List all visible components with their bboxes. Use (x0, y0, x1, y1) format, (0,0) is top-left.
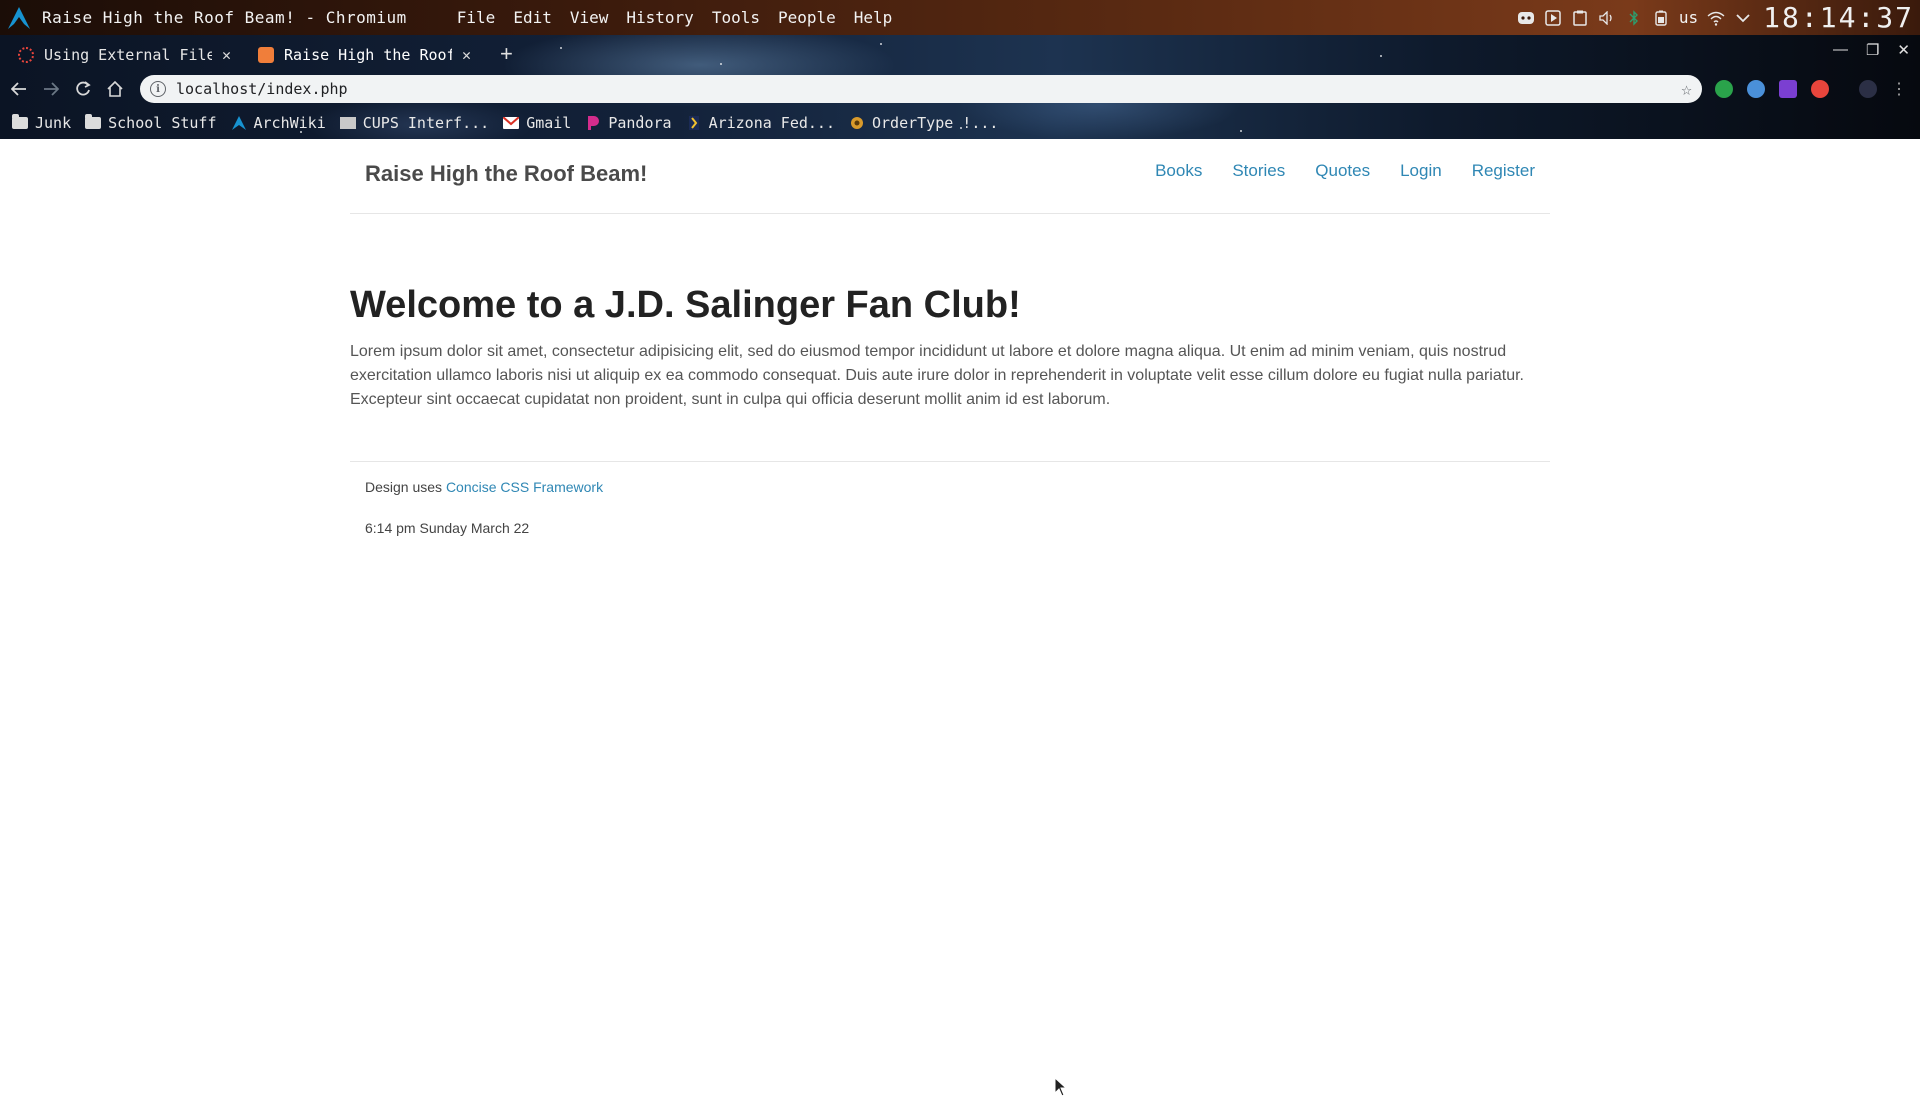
cups-icon (339, 117, 356, 129)
reload-icon[interactable] (70, 76, 96, 102)
site-title[interactable]: Raise High the Roof Beam! (365, 161, 647, 187)
bluetooth-icon[interactable] (1625, 9, 1643, 27)
browser-toolbar: i localhost/index.php ☆ ⋮ (0, 71, 1920, 107)
bookmark-label: Arizona Fed... (708, 114, 835, 132)
close-tab-icon[interactable]: ✕ (462, 46, 471, 64)
arch-logo-icon[interactable] (4, 3, 34, 33)
tab-title: Using External File (44, 46, 212, 64)
site-nav: Books Stories Quotes Login Register (1155, 161, 1535, 181)
intro-line: Excepteur sint occaecat cupidatat non pr… (350, 391, 1111, 408)
menu-help[interactable]: Help (854, 8, 893, 27)
bookmark-label: OrderType !... (872, 114, 999, 132)
system-clock: 18:14:37 (1763, 1, 1914, 34)
system-tray: us 18:14:37 (1517, 0, 1920, 35)
minimize-icon[interactable]: — (1833, 41, 1848, 59)
os-top-bar: Raise High the Roof Beam! - Chromium Fil… (0, 0, 1920, 35)
page-heading: Welcome to a J.D. Salinger Fan Club! (350, 284, 1021, 326)
bookmark-star-icon[interactable]: ☆ (1681, 79, 1692, 100)
bookmarks-bar: Junk School Stuff ArchWiki CUPS Interf..… (0, 107, 1920, 139)
bookmark-archwiki[interactable]: ArchWiki (231, 114, 326, 132)
extension-icons: ⋮ (1715, 79, 1907, 99)
bookmark-label: ArchWiki (253, 114, 326, 132)
tab-raise-high[interactable]: Raise High the Roof ✕ (258, 39, 482, 71)
tab-using-external-file[interactable]: Using External File ✕ (18, 39, 242, 71)
bookmark-cups[interactable]: CUPS Interf... (339, 114, 490, 132)
tab-favicon (18, 47, 34, 63)
bookmark-label: School Stuff (108, 114, 217, 132)
tab-strip: Using External File ✕ Raise High the Roo… (0, 35, 1920, 71)
bookmark-arizona-fed[interactable]: Arizona Fed... (686, 114, 835, 132)
ordertype-icon (849, 116, 865, 130)
bookmark-gmail[interactable]: Gmail (503, 114, 571, 132)
app-menu: File Edit View History Tools People Help (457, 8, 893, 27)
web-page: Raise High the Roof Beam! Books Stories … (0, 139, 1920, 1097)
intro-paragraph: Lorem ipsum dolor sit amet, consectetur … (350, 340, 1550, 412)
chevron-down-icon[interactable] (1734, 9, 1752, 27)
forward-icon[interactable] (38, 76, 64, 102)
site-footer: Design uses Concise CSS Framework 6:14 p… (350, 461, 1550, 536)
nav-stories[interactable]: Stories (1232, 161, 1285, 181)
clipboard-icon[interactable] (1571, 9, 1589, 27)
home-icon[interactable] (102, 76, 128, 102)
window-controls: — ❐ ✕ (1833, 41, 1910, 59)
folder-icon (12, 114, 28, 130)
footer-credit: Design uses Concise CSS Framework (365, 479, 603, 495)
nav-login[interactable]: Login (1400, 161, 1442, 181)
gmail-icon (503, 116, 520, 130)
green-extension-icon[interactable] (1715, 80, 1733, 98)
bookmark-junk[interactable]: Junk (12, 114, 71, 132)
maximize-icon[interactable]: ❐ (1866, 41, 1879, 59)
wifi-icon[interactable] (1707, 9, 1725, 27)
battery-icon[interactable] (1652, 9, 1670, 27)
bookmark-label: Junk (35, 114, 72, 132)
address-bar[interactable]: i localhost/index.php ☆ (140, 75, 1702, 103)
discord-icon[interactable] (1517, 9, 1535, 27)
arch-icon (231, 116, 247, 130)
intro-line: exercitation ullamco laboris nisi ut ali… (350, 367, 1524, 384)
bookmark-school-stuff[interactable]: School Stuff (85, 114, 217, 132)
close-tab-icon[interactable]: ✕ (222, 46, 231, 64)
bookmark-label: Pandora (608, 114, 672, 132)
tab-title: Raise High the Roof (284, 46, 452, 64)
tab-favicon (258, 47, 274, 63)
purple-extension-icon[interactable] (1779, 80, 1797, 98)
bookmark-label: CUPS Interf... (362, 114, 490, 132)
site-info-icon[interactable]: i (150, 81, 166, 97)
menu-edit[interactable]: Edit (513, 8, 552, 27)
menu-tools[interactable]: Tools (712, 8, 760, 27)
media-icon[interactable] (1544, 9, 1562, 27)
nav-quotes[interactable]: Quotes (1315, 161, 1370, 181)
menu-dots-icon[interactable]: ⋮ (1891, 79, 1907, 99)
footer-credit-prefix: Design uses (365, 479, 443, 495)
concise-css-link[interactable]: Concise CSS Framework (446, 479, 603, 495)
bookmark-ordertype[interactable]: OrderType !... (849, 114, 998, 132)
bookmark-label: Gmail (526, 114, 572, 132)
profile-avatar-icon[interactable] (1859, 80, 1877, 98)
bookmark-pandora[interactable]: Pandora (585, 114, 672, 132)
back-icon[interactable] (6, 76, 32, 102)
red-extension-icon[interactable] (1811, 80, 1829, 98)
window-title: Raise High the Roof Beam! - Chromium (42, 8, 407, 27)
site-header: Raise High the Roof Beam! Books Stories … (350, 139, 1550, 214)
nav-register[interactable]: Register (1472, 161, 1535, 181)
intro-line: Lorem ipsum dolor sit amet, consectetur … (350, 343, 1507, 360)
menu-people[interactable]: People (778, 8, 836, 27)
bank-icon (686, 116, 702, 130)
nav-books[interactable]: Books (1155, 161, 1202, 181)
pandora-icon (585, 116, 601, 130)
menu-view[interactable]: View (570, 8, 609, 27)
globe-extension-icon[interactable] (1747, 80, 1765, 98)
mouse-cursor-icon (1054, 1077, 1068, 1097)
footer-datetime: 6:14 pm Sunday March 22 (365, 520, 530, 536)
folder-icon (85, 114, 102, 130)
menu-file[interactable]: File (457, 8, 496, 27)
volume-icon[interactable] (1598, 9, 1616, 27)
keyboard-layout[interactable]: us (1679, 8, 1698, 27)
close-window-icon[interactable]: ✕ (1897, 41, 1910, 59)
address-text[interactable]: localhost/index.php (176, 80, 348, 98)
browser-chrome: Using External File ✕ Raise High the Roo… (0, 35, 1920, 139)
new-tab-button[interactable]: + (500, 41, 513, 67)
menu-history[interactable]: History (626, 8, 693, 27)
